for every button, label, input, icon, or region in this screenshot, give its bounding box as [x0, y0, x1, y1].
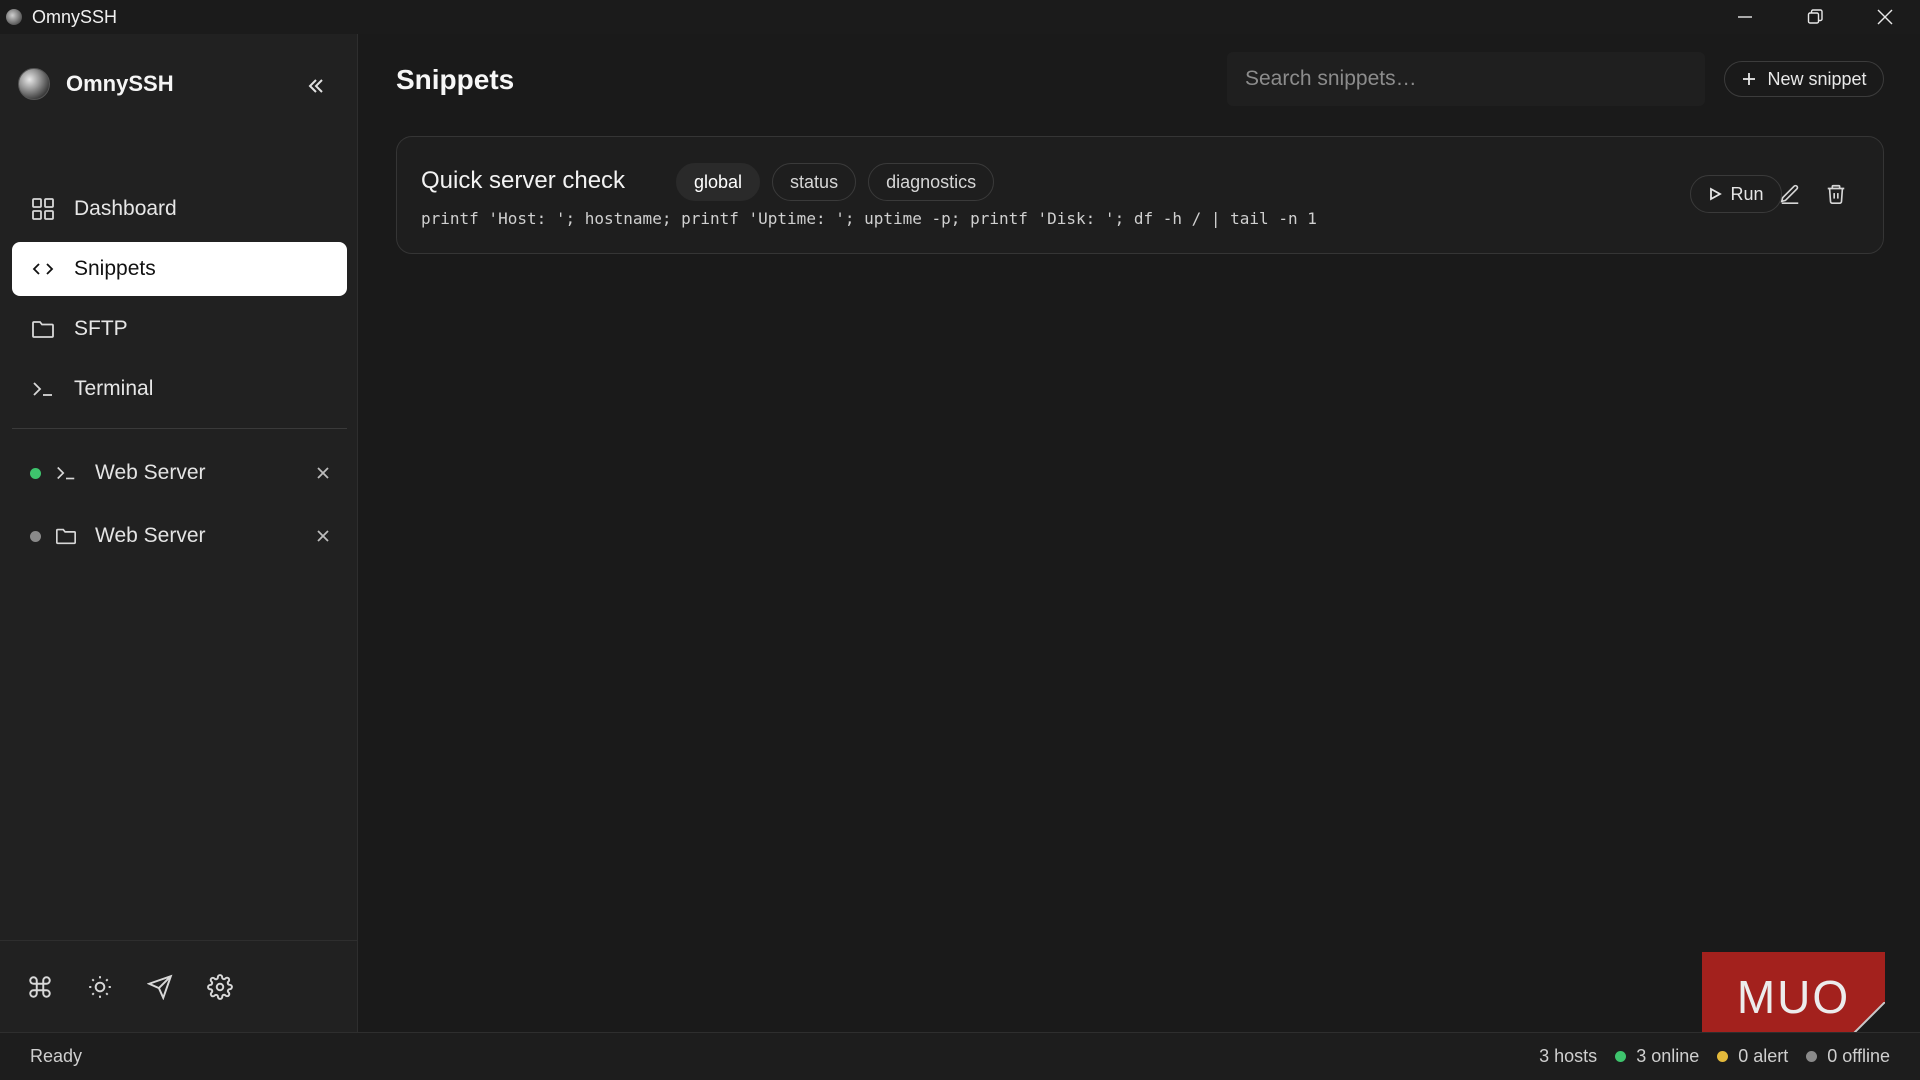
close-icon [1877, 9, 1893, 25]
alert-dot [1717, 1051, 1729, 1062]
theme-toggle-button[interactable] [84, 971, 116, 1003]
tag-global[interactable]: global [676, 163, 761, 201]
snippet-tags: global status diagnostics [676, 163, 1006, 201]
main-nav: Dashboard Snippets SFTP Terminal [12, 182, 347, 422]
snippet-card[interactable]: Quick server check global status diagnos… [396, 136, 1884, 254]
folder-icon [30, 316, 56, 342]
watermark-text: MUO [1736, 971, 1851, 1023]
tag-diagnostics[interactable]: diagnostics [868, 163, 995, 201]
session-label: Web Server [95, 524, 206, 547]
nav-label: SFTP [74, 317, 128, 340]
nav-item-dashboard[interactable]: Dashboard [12, 182, 347, 236]
tag-status[interactable]: status [772, 163, 857, 201]
snippet-command: printf 'Host: '; hostname; printf 'Uptim… [421, 209, 1317, 228]
title-bar: OmnySSH [0, 0, 1920, 34]
nav-label: Dashboard [74, 197, 177, 220]
app-logo [18, 68, 50, 100]
command-palette-button[interactable] [24, 971, 56, 1003]
sidebar: OmnySSH Dashboard Snippets SFTP Terminal… [0, 34, 358, 1032]
nav-item-sftp[interactable]: SFTP [12, 302, 347, 356]
session-label: Web Server [95, 461, 206, 484]
folder-icon [55, 524, 79, 548]
play-icon [1710, 187, 1723, 201]
offline-count: 0 offline [1806, 1046, 1890, 1067]
brand: OmnySSH [18, 68, 174, 100]
send-button[interactable] [144, 971, 176, 1003]
hosts-count: 3 hosts [1539, 1046, 1598, 1066]
send-icon [147, 974, 173, 1000]
settings-button[interactable] [204, 971, 236, 1003]
close-window-button[interactable] [1850, 0, 1920, 34]
main-content: Snippets New snippet Quick server check … [359, 34, 1920, 1032]
restore-icon [1807, 9, 1823, 24]
minimize-button[interactable] [1710, 0, 1780, 34]
window-title: OmnySSH [32, 6, 118, 27]
watermark-logo: MUO [1702, 952, 1885, 1042]
terminal-icon [30, 376, 56, 402]
nav-item-snippets[interactable]: Snippets [12, 242, 347, 296]
online-dot [1615, 1051, 1627, 1062]
online-status-dot [30, 467, 41, 479]
new-snippet-button[interactable]: New snippet [1724, 61, 1884, 97]
plus-icon [1743, 73, 1756, 85]
sidebar-divider [12, 428, 347, 429]
new-snippet-label: New snippet [1767, 68, 1867, 89]
page-title: Snippets [396, 64, 515, 95]
gear-icon [207, 973, 233, 1000]
close-icon [317, 530, 329, 542]
status-bar: Ready 3 hosts 3 online 0 alert 0 offline [0, 1032, 1920, 1080]
status-dot [30, 530, 41, 542]
code-icon [30, 256, 56, 282]
close-session-button[interactable] [313, 526, 333, 546]
pencil-icon [1780, 184, 1799, 204]
nav-item-terminal[interactable]: Terminal [12, 362, 347, 416]
close-session-button[interactable] [313, 463, 333, 483]
alert-count: 0 alert [1717, 1046, 1788, 1067]
edit-button[interactable] [1775, 179, 1805, 209]
app-icon [6, 9, 22, 25]
collapse-sidebar-button[interactable] [300, 70, 332, 102]
sun-icon [89, 975, 111, 998]
status-text: Ready [30, 1046, 83, 1066]
search-input[interactable] [1245, 67, 1705, 91]
host-stats: 3 hosts 3 online 0 alert 0 offline [1521, 1046, 1890, 1067]
minimize-icon [1738, 16, 1752, 18]
sidebar-toolbar [0, 940, 358, 1032]
window-controls [1710, 0, 1920, 34]
offline-dot [1806, 1051, 1818, 1062]
terminal-icon [55, 461, 79, 485]
session-item[interactable]: Web Server [12, 507, 347, 565]
nav-label: Snippets [74, 257, 156, 280]
delete-button[interactable] [1821, 179, 1851, 209]
trash-icon [1827, 184, 1845, 204]
brand-name: OmnySSH [66, 71, 174, 96]
snippet-title: Quick server check [421, 167, 626, 194]
run-button[interactable]: Run [1690, 175, 1782, 213]
chevrons-left-icon [308, 79, 323, 93]
grid-icon [30, 196, 56, 222]
command-icon [29, 975, 51, 998]
run-label: Run [1730, 183, 1764, 204]
nav-label: Terminal [74, 377, 154, 400]
session-item[interactable]: Web Server [12, 444, 347, 502]
restore-button[interactable] [1780, 0, 1850, 34]
search-box[interactable] [1227, 52, 1705, 106]
close-icon [317, 467, 329, 479]
online-count: 3 online [1615, 1046, 1699, 1067]
open-sessions: Web Server Web Server [12, 444, 347, 570]
